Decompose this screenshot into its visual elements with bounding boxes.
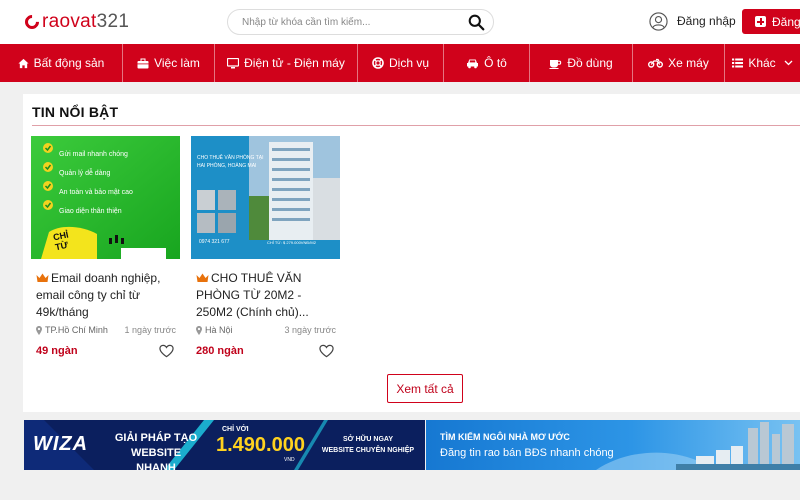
listing-time: 1 ngày trước xyxy=(124,325,176,335)
logo-mark-icon xyxy=(22,12,42,32)
list-icon xyxy=(732,58,744,68)
listing-card[interactable]: CHO THUÊ VĂN PHÒNG TẠI HAI PHÒNG, HOÀNG … xyxy=(191,136,340,362)
banner-price: 1.490.000 xyxy=(216,434,305,456)
nav-item-motorbikes[interactable]: Xe máy xyxy=(633,44,725,82)
nav-item-cars[interactable]: Ô tô xyxy=(444,44,530,82)
thumb-feature-3: An toàn và bảo mật cao xyxy=(59,189,133,196)
home-icon xyxy=(18,58,29,68)
logo-number: 321 xyxy=(96,11,130,32)
section-divider xyxy=(32,125,800,126)
heart-icon[interactable] xyxy=(159,344,174,358)
thumb-phone: 0974 321 677 xyxy=(199,239,230,245)
nav-item-electronics[interactable]: Điện tử - Điện máy xyxy=(215,44,358,82)
post-ad-label: Đăng xyxy=(772,14,800,29)
listing-location: Hà Nội xyxy=(196,325,233,335)
listing-thumbnail[interactable]: CHO THUÊ VĂN PHÒNG TẠI HAI PHÒNG, HOÀNG … xyxy=(191,136,340,259)
login-link[interactable]: Đăng nhập xyxy=(649,11,736,31)
city-skyline-image xyxy=(426,420,800,470)
real-estate-banner[interactable]: TÌM KIẾM NGÔI NHÀ MƠ ƯỚC Đăng tin rao bá… xyxy=(426,420,800,470)
listing-location: TP.Hồ Chí Minh xyxy=(36,325,108,335)
banner-cta-1: SỞ HỮU NGAY xyxy=(342,436,394,443)
listing-title[interactable]: CHO THUÊ VĂN PHÒNG TỪ 20M2 - 250M2 (Chín… xyxy=(196,270,338,321)
lifebuoy-icon xyxy=(372,57,384,69)
thumb-line-2: HAI PHÒNG, HOÀNG MAI xyxy=(197,163,257,169)
map-pin-icon xyxy=(196,325,202,335)
logo-brand: raovat xyxy=(42,11,97,32)
search-input[interactable] xyxy=(242,14,457,31)
search-box xyxy=(227,9,494,35)
listing-title[interactable]: Email doanh nghiệp, email công ty chỉ từ… xyxy=(36,270,178,321)
nav-item-jobs[interactable]: Việc làm xyxy=(123,44,215,82)
crown-icon xyxy=(196,273,209,282)
listing-time: 3 ngày trước xyxy=(284,325,336,335)
banner-line-1: GIẢI PHÁP TẠO xyxy=(114,432,198,444)
banner-headline: TÌM KIẾM NGÔI NHÀ MƠ ƯỚC xyxy=(440,432,570,442)
monitor-icon xyxy=(227,57,240,68)
cup-icon xyxy=(549,59,562,69)
thumb-feature-2: Quản lý dễ dàng xyxy=(59,170,111,177)
thumb-feature-4: Giao diện thân thiện xyxy=(59,208,122,215)
listing-thumbnail[interactable]: Gửi mail nhanh chóng Quản lý dễ dàng An … xyxy=(31,136,180,259)
nav-item-other[interactable]: Khác xyxy=(725,44,800,82)
wiza-banner[interactable]: WIZA GIẢI PHÁP TẠO WEBSITE NHANH CHỈ VỚI… xyxy=(24,420,425,470)
plus-icon xyxy=(755,16,766,27)
chevron-down-icon xyxy=(784,60,793,66)
motorbike-icon xyxy=(648,58,664,68)
site-logo[interactable]: raovat321 xyxy=(22,11,130,33)
user-icon xyxy=(649,11,668,31)
nav-item-household[interactable]: Đồ dùng xyxy=(530,44,633,82)
thumb-rate: CHỈ TỪ: $ 279.000VNĐ/M2 xyxy=(267,240,316,245)
see-all-button[interactable]: Xem tất cả xyxy=(387,374,463,403)
crown-icon xyxy=(36,273,49,282)
thumb-line-1: CHO THUÊ VĂN PHÒNG TẠI xyxy=(197,155,264,161)
banner-cta-2: WEBSITE CHUYÊN NGHIỆP xyxy=(321,447,415,454)
banner-currency: VND xyxy=(284,457,295,463)
nav-item-services[interactable]: Dịch vụ xyxy=(358,44,444,82)
listing-price: 280 ngàn xyxy=(196,345,244,357)
briefcase-icon xyxy=(137,58,149,68)
banner-line-2: WEBSITE NHANH xyxy=(130,447,182,470)
nav-item-real-estate[interactable]: Bất động sản xyxy=(0,44,123,82)
login-label: Đăng nhập xyxy=(677,14,736,28)
banner-subline: Đăng tin rao bán BĐS nhanh chóng xyxy=(440,447,614,459)
banner-price-prefix: CHỈ VỚI xyxy=(222,426,249,433)
heart-icon[interactable] xyxy=(319,344,334,358)
top-header: raovat321 Đăng nhập Đăng xyxy=(0,0,800,44)
category-nav: Bất động sản Việc làm Điện tử - Điện máy… xyxy=(0,44,800,82)
banner-brand: WIZA xyxy=(33,433,89,455)
post-ad-button[interactable]: Đăng xyxy=(742,9,800,34)
map-pin-icon xyxy=(36,325,42,335)
listing-price: 49 ngàn xyxy=(36,345,78,357)
featured-section: TIN NỔI BẬT Gửi mail nhanh chóng Quản lý… xyxy=(23,94,800,412)
car-icon xyxy=(467,59,479,68)
thumb-feature-1: Gửi mail nhanh chóng xyxy=(59,151,128,158)
section-title: TIN NỔI BẬT xyxy=(32,104,119,120)
search-icon[interactable] xyxy=(468,14,485,31)
listing-card[interactable]: Gửi mail nhanh chóng Quản lý dễ dàng An … xyxy=(31,136,180,362)
